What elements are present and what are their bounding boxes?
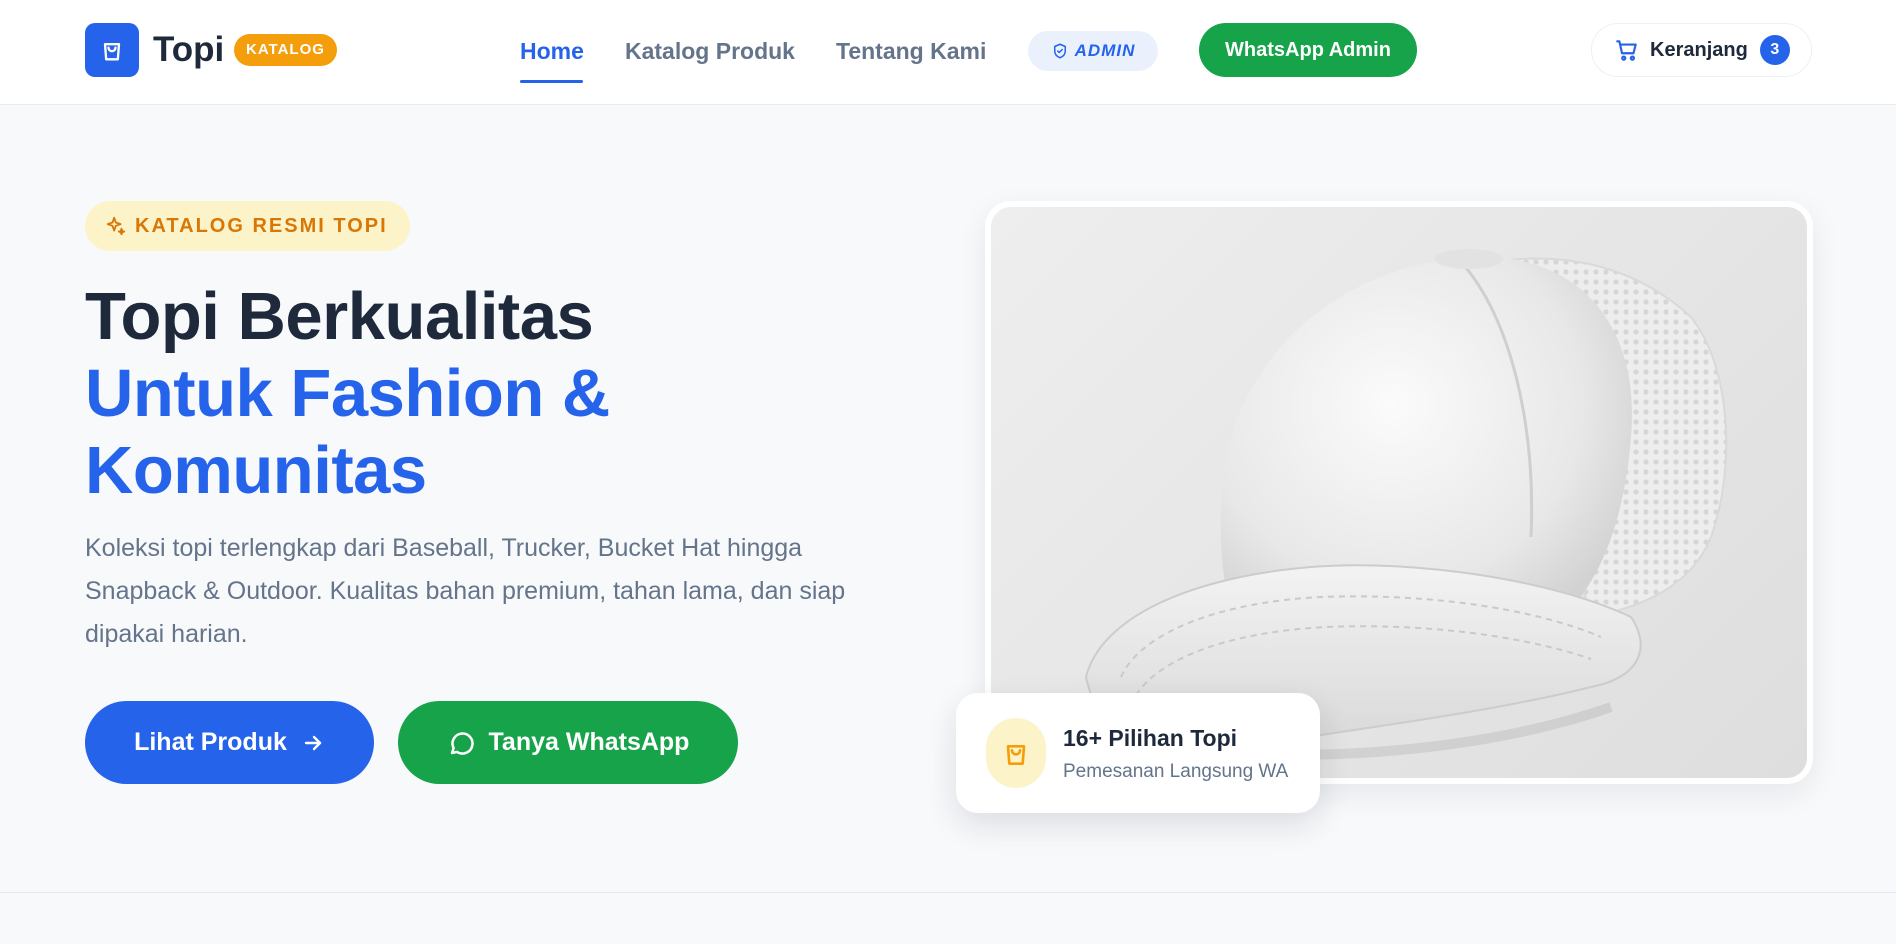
logo-badge: KATALOG: [234, 34, 337, 66]
logo-icon[interactable]: [85, 23, 139, 77]
stat-title: 16+ Pilihan Topi: [1063, 725, 1238, 751]
lihat-produk-label: Lihat Produk: [134, 728, 287, 756]
hero-title-line-3: Komunitas: [85, 433, 427, 508]
sparkles-icon: [106, 216, 126, 236]
lihat-produk-button[interactable]: Lihat Produk: [85, 701, 374, 784]
active-nav-indicator: [520, 80, 583, 83]
nav-link-home[interactable]: Home: [520, 36, 584, 66]
hero-title-line-1: Topi Berkualitas: [85, 279, 594, 354]
cart-button[interactable]: Keranjang 3: [1591, 23, 1812, 77]
tanya-whatsapp-label: Tanya WhatsApp: [488, 728, 690, 756]
nav-link-tentang-kami[interactable]: Tentang Kami: [836, 36, 986, 66]
hero-description: Koleksi topi terlengkap dari Baseball, T…: [85, 534, 846, 648]
cart-label: Keranjang: [1650, 38, 1748, 61]
section-divider: [0, 892, 1896, 893]
hero-badge: KATALOG RESMI TOPI: [85, 201, 410, 251]
stat-card: 16+ Pilihan Topi Pemesanan Langsung WA: [956, 693, 1320, 813]
hero-title-line-2: Untuk Fashion &: [85, 356, 610, 431]
whatsapp-admin-button[interactable]: WhatsApp Admin: [1199, 23, 1417, 77]
hero-badge-label: KATALOG RESMI TOPI: [135, 214, 388, 237]
hero-title: Topi Berkualitas Untuk Fashion & Komunit…: [85, 278, 610, 509]
stat-bag-icon: [986, 718, 1046, 788]
cart-count-badge: 3: [1759, 35, 1790, 65]
tanya-whatsapp-button[interactable]: Tanya WhatsApp: [398, 701, 738, 784]
chat-bubble-icon: [450, 731, 474, 755]
cart-icon: [1616, 40, 1637, 61]
stat-subtitle: Pemesanan Langsung WA: [1063, 761, 1289, 782]
logo-text[interactable]: Topi: [153, 29, 224, 71]
nav-link-katalog-produk[interactable]: Katalog Produk: [625, 36, 795, 66]
admin-label: ADMIN: [1074, 41, 1136, 60]
shield-check-icon: [1053, 43, 1066, 59]
admin-button[interactable]: ADMIN: [1028, 31, 1158, 71]
navbar: Topi KATALOG Home Katalog Produk Tentang…: [0, 0, 1896, 105]
arrow-right-icon: [304, 735, 322, 750]
